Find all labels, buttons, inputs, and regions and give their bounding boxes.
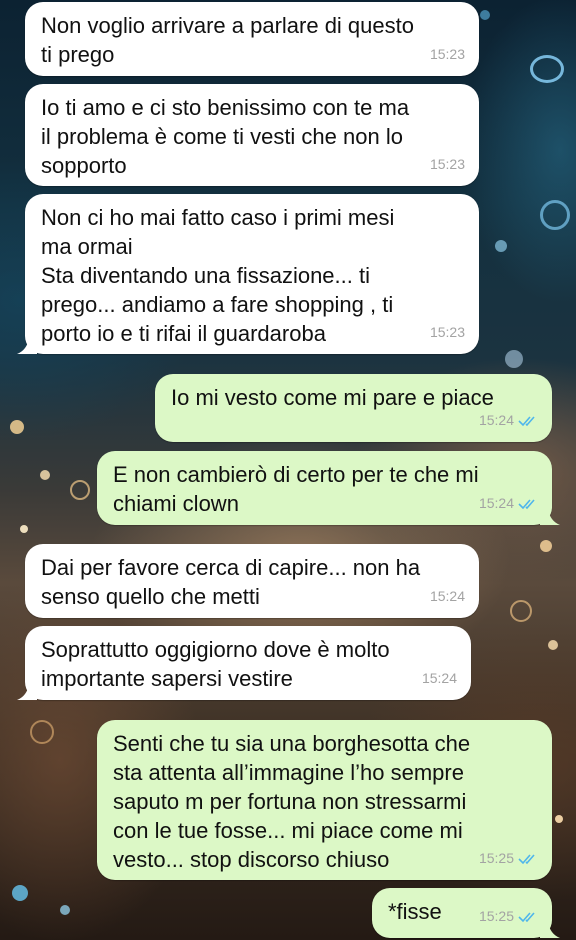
incoming-message[interactable]: Soprattutto oggigiorno dove è molto impo… xyxy=(17,626,471,700)
double-check-icon xyxy=(518,853,535,864)
wallpaper-bokeh xyxy=(540,200,570,230)
message-text: Non ci ho mai fatto caso i primi mesi ma… xyxy=(41,205,395,346)
wallpaper-bokeh xyxy=(495,240,507,252)
incoming-message[interactable]: Dai per favore cerca di capire... non ha… xyxy=(25,544,479,618)
message-meta: 15:25 xyxy=(479,902,538,931)
bubble-tail xyxy=(540,509,560,525)
outgoing-message[interactable]: Senti che tu sia una borghesotta che sta… xyxy=(97,720,552,880)
message-time: 15:23 xyxy=(429,156,465,172)
message-meta: 15:24 xyxy=(422,664,457,693)
message-time: 15:23 xyxy=(429,324,465,340)
message-meta: 15:24 xyxy=(430,582,465,611)
message-time: 15:24 xyxy=(478,412,514,428)
incoming-message[interactable]: Non voglio arrivare a parlare di questo … xyxy=(25,2,479,76)
double-check-icon xyxy=(518,415,535,426)
wallpaper-bokeh xyxy=(30,720,54,744)
outgoing-message[interactable]: *fisse 15:25 xyxy=(372,888,560,938)
message-meta: 15:23 xyxy=(430,150,465,179)
wallpaper-bokeh xyxy=(20,525,28,533)
incoming-message[interactable]: Io ti amo e ci sto benissimo con te ma i… xyxy=(25,84,479,186)
message-meta: 15:25 xyxy=(479,844,538,873)
wallpaper-bokeh xyxy=(548,640,558,650)
message-text: Soprattutto oggigiorno dove è molto impo… xyxy=(41,637,390,691)
message-text: E non cambierò di certo per te che mi ch… xyxy=(113,462,479,516)
message-time: 15:25 xyxy=(478,850,514,866)
message-meta: 15:23 xyxy=(430,318,465,347)
message-time: 15:24 xyxy=(429,588,465,604)
wallpaper-bokeh xyxy=(555,815,563,823)
message-time: 15:25 xyxy=(478,908,514,924)
message-meta: 15:24 xyxy=(479,406,538,435)
wallpaper-bokeh xyxy=(505,350,523,368)
message-meta: 15:23 xyxy=(430,40,465,69)
bubble-tail xyxy=(17,338,37,354)
wallpaper-bokeh xyxy=(510,600,532,622)
wallpaper-bokeh xyxy=(70,480,90,500)
message-time: 15:23 xyxy=(429,46,465,62)
message-text: Senti che tu sia una borghesotta che sta… xyxy=(113,731,471,872)
wallpaper-bokeh xyxy=(10,420,24,434)
bubble-tail xyxy=(17,684,37,700)
double-check-icon xyxy=(518,911,535,922)
incoming-message[interactable]: Non ci ho mai fatto caso i primi mesi ma… xyxy=(17,194,479,354)
message-text: Io ti amo e ci sto benissimo con te ma i… xyxy=(41,95,410,178)
wallpaper-bokeh xyxy=(60,905,70,915)
wallpaper-bokeh xyxy=(12,885,28,901)
wallpaper-bokeh xyxy=(530,55,564,83)
wallpaper-bokeh xyxy=(480,10,490,20)
outgoing-message[interactable]: E non cambierò di certo per te che mi ch… xyxy=(97,451,560,525)
wallpaper-bokeh xyxy=(40,470,50,480)
message-meta: 15:24 xyxy=(479,489,538,518)
bubble-tail xyxy=(540,922,560,938)
double-check-icon xyxy=(518,498,535,509)
message-text: Non voglio arrivare a parlare di questo … xyxy=(41,13,414,67)
message-text: Dai per favore cerca di capire... non ha… xyxy=(41,555,421,609)
message-time: 15:24 xyxy=(478,495,514,511)
wallpaper-bokeh xyxy=(540,540,552,552)
message-time: 15:24 xyxy=(421,670,457,686)
outgoing-message[interactable]: Io mi vesto come mi pare e piace 15:24 xyxy=(155,374,552,442)
